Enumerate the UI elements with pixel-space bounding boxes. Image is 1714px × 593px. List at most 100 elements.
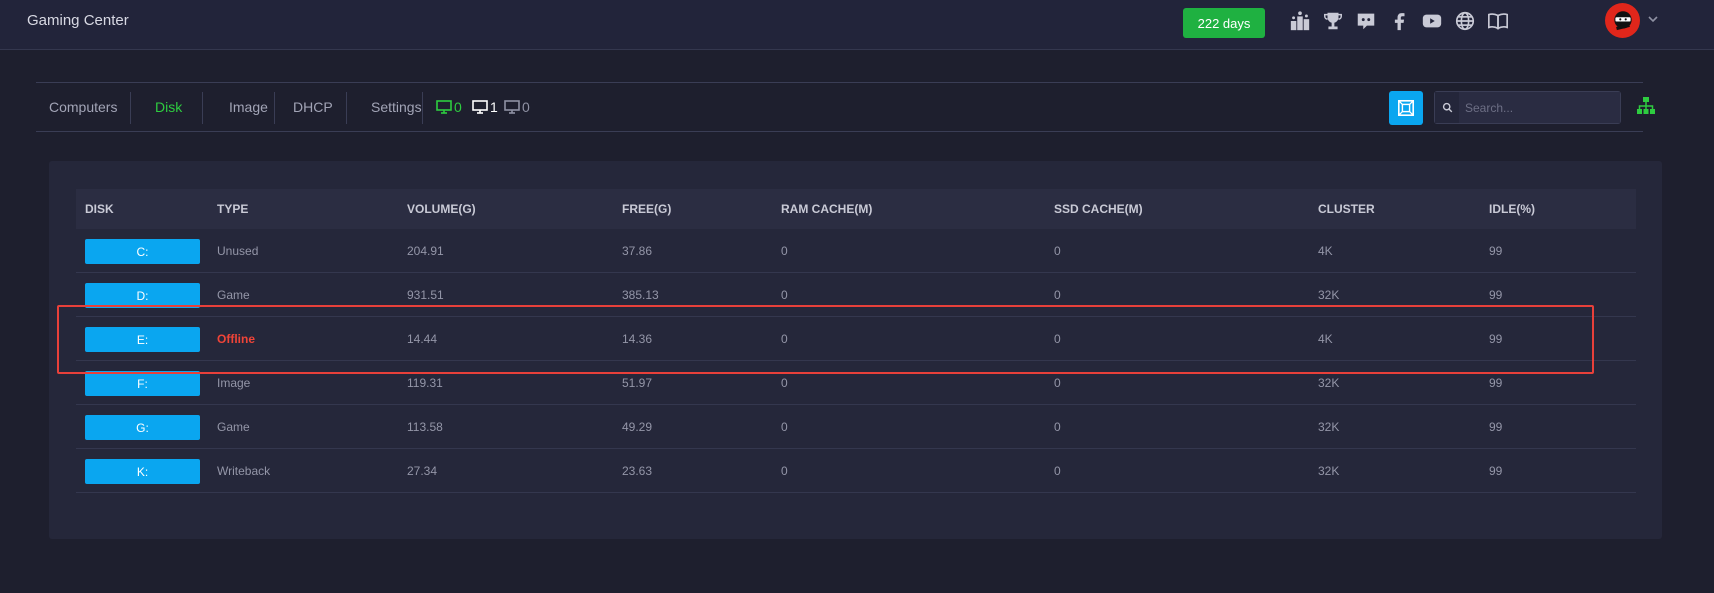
tab-divider [422,92,423,124]
cell-ram-cache: 0 [781,420,788,434]
top-icon-group [1288,9,1510,33]
cell-type: Game [217,288,250,302]
header-cluster[interactable]: CLUSTER [1318,202,1375,216]
disk-button[interactable]: C: [85,239,200,264]
cell-free: 385.13 [622,288,659,302]
search-box [1434,91,1621,124]
monitor-online-icon [436,100,452,114]
chevron-down-icon[interactable] [1646,12,1660,26]
stat-offline[interactable]: 0 [504,83,530,131]
cell-free: 37.86 [622,244,653,258]
tab-dhcp[interactable]: DHCP [280,83,346,131]
table-row[interactable]: C: Unused 204.91 37.86 0 0 4K 99 [76,229,1636,273]
header-idle[interactable]: IDLE(%) [1489,202,1535,216]
tab-disk[interactable]: Disk [142,83,195,131]
cell-ssd-cache: 0 [1054,464,1061,478]
facebook-icon[interactable] [1387,9,1411,33]
cell-type: Writeback [217,464,271,478]
cell-volume: 14.44 [407,332,438,346]
header-type[interactable]: TYPE [217,202,248,216]
cell-idle: 99 [1489,420,1503,434]
monitor-active-icon [472,100,488,114]
tab-divider [130,92,131,124]
stat-active-count: 1 [490,99,498,115]
ninja-avatar-icon [1613,10,1632,30]
cell-idle: 99 [1489,332,1503,346]
globe-icon[interactable] [1453,9,1477,33]
podium-icon[interactable] [1288,9,1312,33]
disk-button[interactable]: D: [85,283,200,308]
youtube-icon[interactable] [1420,9,1444,33]
days-remaining-badge[interactable]: 222 days [1183,8,1265,38]
cell-ssd-cache: 0 [1054,376,1061,390]
stat-online-count: 0 [454,99,462,115]
cell-type: Unused [217,244,259,258]
table-header: DISK TYPE VOLUME(G) FREE(G) RAM CACHE(M)… [76,189,1636,229]
cell-idle: 99 [1489,464,1503,478]
discord-icon[interactable] [1354,9,1378,33]
cell-free: 23.63 [622,464,653,478]
disk-button[interactable]: E: [85,327,200,352]
cell-ssd-cache: 0 [1054,244,1061,258]
stat-online[interactable]: 0 [436,83,462,131]
disk-panel: DISK TYPE VOLUME(G) FREE(G) RAM CACHE(M)… [49,161,1662,539]
top-bar: Gaming Center 222 days [0,0,1714,50]
tab-divider [274,92,275,124]
view-toggle-button[interactable] [1389,91,1423,125]
cell-ram-cache: 0 [781,244,788,258]
book-icon[interactable] [1486,9,1510,33]
cell-ram-cache: 0 [781,332,788,346]
cell-ram-cache: 0 [781,464,788,478]
table-body: C: Unused 204.91 37.86 0 0 4K 99 D: Game 931.51 385… [76,229,1636,493]
disk-table: DISK TYPE VOLUME(G) FREE(G) RAM CACHE(M)… [76,189,1636,493]
cell-volume: 204.91 [407,244,444,258]
tab-image[interactable]: Image [216,83,281,131]
cell-idle: 99 [1489,288,1503,302]
tab-divider [346,92,347,124]
header-disk[interactable]: DISK [85,202,114,216]
table-row[interactable]: F: Image 119.31 51.97 0 0 32K 99 [76,361,1636,405]
cell-free: 51.97 [622,376,653,390]
cell-free: 14.36 [622,332,653,346]
cell-volume: 113.58 [407,420,443,434]
cell-cluster: 4K [1318,244,1333,258]
disk-button[interactable]: F: [85,371,200,396]
cell-cluster: 4K [1318,332,1333,346]
tab-computers[interactable]: Computers [36,83,130,131]
network-icon[interactable] [1636,96,1656,116]
cell-cluster: 32K [1318,420,1340,434]
user-avatar[interactable] [1605,3,1640,38]
tab-settings[interactable]: Settings [358,83,435,131]
cell-type: Offline [217,332,255,346]
header-volume[interactable]: VOLUME(G) [407,202,476,216]
header-free[interactable]: FREE(G) [622,202,671,216]
search-icon[interactable] [1435,92,1459,123]
stat-active[interactable]: 1 [472,83,498,131]
cell-ssd-cache: 0 [1054,288,1061,302]
table-row[interactable]: E: Offline 14.44 14.36 0 0 4K 99 [76,317,1636,361]
table-row[interactable]: G: Game 113.58 49.29 0 0 32K 99 [76,405,1636,449]
table-row[interactable]: D: Game 931.51 385.13 0 0 32K 99 [76,273,1636,317]
cell-idle: 99 [1489,244,1503,258]
app-title: Gaming Center [27,12,129,29]
search-input[interactable] [1459,92,1620,123]
disk-button[interactable]: K: [85,459,200,484]
header-ram-cache[interactable]: RAM CACHE(M) [781,202,872,216]
cell-ram-cache: 0 [781,288,788,302]
table-row[interactable]: K: Writeback 27.34 23.63 0 0 32K 99 [76,449,1636,493]
trophy-icon[interactable] [1321,9,1345,33]
cell-type: Image [217,376,251,390]
disk-button[interactable]: G: [85,415,200,440]
tab-divider [202,92,203,124]
stat-offline-count: 0 [522,99,530,115]
header-ssd-cache[interactable]: SSD CACHE(M) [1054,202,1143,216]
frame-icon [1397,99,1415,117]
nav-bar: Computers Disk Image DHCP Settings 0 1 0 [36,82,1655,132]
cell-ssd-cache: 0 [1054,420,1061,434]
cell-volume: 27.34 [407,464,438,478]
cell-volume: 119.31 [407,376,443,390]
cell-ram-cache: 0 [781,376,788,390]
cell-free: 49.29 [622,420,653,434]
cell-cluster: 32K [1318,464,1340,478]
cell-volume: 931.51 [407,288,444,302]
